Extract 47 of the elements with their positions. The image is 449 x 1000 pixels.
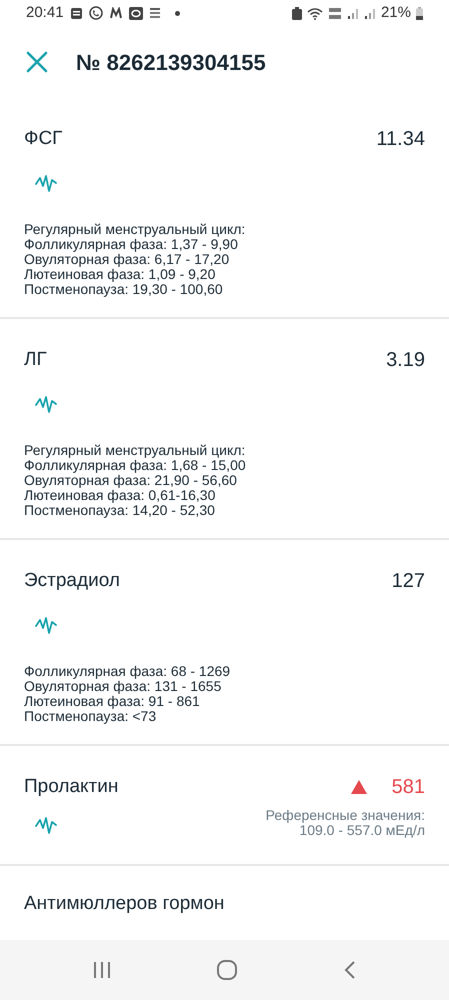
reference-line: Регулярный менструальный цикл:: [24, 222, 246, 237]
pulse-icon[interactable]: [35, 395, 57, 415]
test-value: 11.34: [376, 127, 425, 152]
home-icon[interactable]: [216, 959, 238, 981]
reference-line: Овуляторная фаза: 21,90 - 56,60: [24, 473, 238, 488]
document-icon: [70, 6, 83, 20]
reference-line: Овуляторная фаза: 6,17 - 17,20: [24, 252, 230, 267]
reference-line: Лютеиновая фаза: 1,09 - 9,20: [24, 267, 216, 282]
wifi-icon: [306, 6, 323, 20]
reference-line: Фолликулярная фаза: 1,37 - 9,90: [24, 237, 238, 252]
app-icon: [148, 7, 161, 19]
test-name: ФСГ: [24, 126, 62, 151]
reference-line: Постменопауза: 14,20 - 52,30: [24, 503, 216, 518]
signal-icon: [364, 7, 376, 19]
clock: 20:41: [26, 2, 64, 23]
signal-icon: [346, 7, 359, 19]
reference-range: 109.0 - 557.0 мЕд/л: [299, 823, 425, 838]
battery-level: 21%: [380, 2, 411, 23]
reference-range: Референсные значения:: [266, 808, 425, 823]
test-value: 127: [392, 569, 425, 594]
order-number: № 8262139304155: [76, 48, 266, 76]
test-name: Антимюллеров гормон: [24, 892, 226, 916]
reference-line: Лютеиновая фаза: 91 - 861: [24, 694, 201, 709]
battery-saver-icon: [292, 6, 302, 20]
test-value: 3.19: [386, 348, 425, 373]
reference-line: Постменопауза: 19,30 - 100,60: [24, 282, 224, 297]
phone-icon: [88, 6, 103, 20]
reference-line: Фолликулярная фаза: 1,68 - 15,00: [24, 458, 247, 473]
recent-apps-icon[interactable]: [92, 961, 112, 979]
test-name: Пролактин: [24, 774, 118, 799]
test-value: 581: [392, 775, 425, 800]
app-icon: [128, 6, 143, 20]
reference-line: Фолликулярная фаза: 68 - 1269: [24, 664, 232, 679]
dot-icon: [174, 10, 180, 16]
reference-line: Овуляторная фаза: 131 - 1655: [24, 679, 222, 694]
pulse-icon[interactable]: [35, 816, 57, 836]
reference-line: Лютеиновая фаза: 0,61-16,30: [24, 488, 216, 503]
close-button[interactable]: [24, 49, 50, 75]
pulse-icon[interactable]: [35, 174, 57, 194]
battery-icon: [416, 6, 423, 20]
app-icon: [108, 6, 123, 20]
back-icon[interactable]: [342, 960, 357, 980]
reference-line: Регулярный менструальный цикл:: [24, 443, 246, 458]
reference-line: Постменопауза: <73: [24, 709, 158, 724]
pulse-icon[interactable]: [35, 616, 57, 636]
test-name: Эстрадиол: [24, 568, 120, 593]
test-name: ЛГ: [24, 348, 47, 372]
